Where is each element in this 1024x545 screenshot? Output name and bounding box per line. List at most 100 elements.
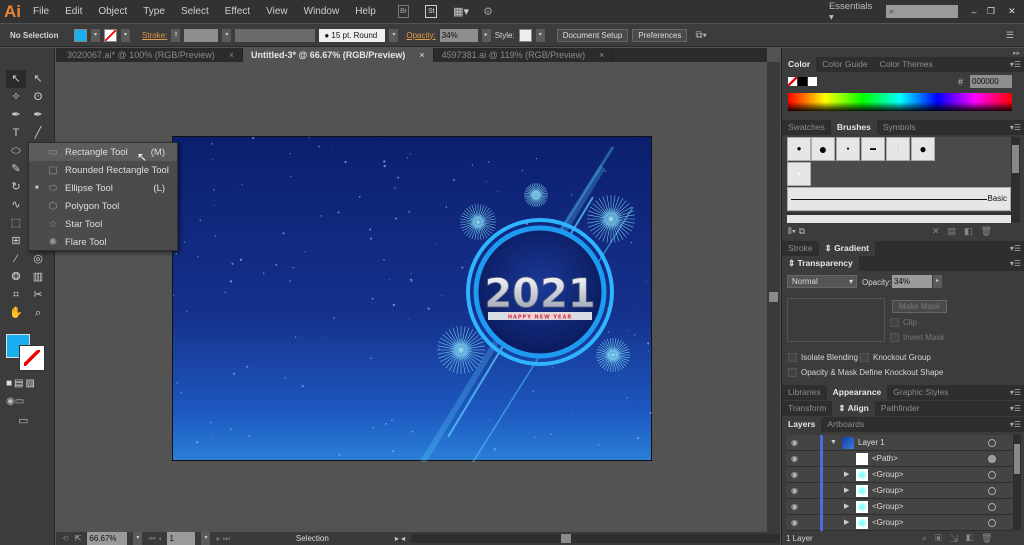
- pencil-tool[interactable]: ✎: [6, 160, 26, 178]
- fill-swatch[interactable]: [74, 28, 87, 42]
- expand-triangle-icon[interactable]: ▶: [844, 499, 849, 515]
- stroke-label[interactable]: Stroke:: [142, 31, 167, 40]
- ellipse-tool[interactable]: ⬭: [6, 142, 26, 160]
- tab-gradient[interactable]: ⇕ Gradient: [818, 241, 876, 256]
- arrange-documents-icon[interactable]: ▦▾: [453, 5, 469, 18]
- select-similar-icon[interactable]: ⧉▾: [695, 30, 706, 41]
- control-menu-icon[interactable]: ☰: [1006, 30, 1014, 41]
- flyout-polygon-tool[interactable]: ⬡ Polygon Tool: [29, 197, 177, 215]
- zoom-tool[interactable]: ⌕: [28, 304, 48, 322]
- sublayer-row[interactable]: ◉ ▶ <Group>: [786, 499, 1013, 515]
- target-circle-icon[interactable]: [988, 503, 996, 511]
- preferences-button[interactable]: Preferences: [632, 28, 688, 42]
- invert-mask-checkbox[interactable]: Invert Mask: [890, 333, 944, 343]
- first-artboard-button[interactable]: ⏮ ◂: [148, 534, 161, 544]
- target-circle-icon[interactable]: [988, 471, 996, 479]
- artboard-tool[interactable]: ⌗: [6, 286, 26, 304]
- brush-actions-icons[interactable]: ✕▤◧🗑: [932, 226, 1000, 237]
- curvature-tool[interactable]: ✒: [28, 106, 48, 124]
- doc-tab[interactable]: 4597381.ai @ 119% (RGB/Preview) ×: [434, 48, 614, 62]
- stroke-weight-dropdown[interactable]: ▾: [222, 28, 232, 42]
- type-tool[interactable]: T: [6, 124, 26, 142]
- tab-transform[interactable]: Transform: [782, 401, 832, 416]
- calligraphic-brush[interactable]: [787, 212, 1011, 223]
- menu-view[interactable]: View: [266, 6, 288, 17]
- draw-mode-buttons[interactable]: ◉▭: [6, 396, 24, 407]
- layers-scrollbar[interactable]: [1013, 434, 1021, 530]
- tab-align[interactable]: ⇕ Align: [832, 401, 875, 416]
- selection-tool[interactable]: ↖: [6, 70, 26, 88]
- graph-tool[interactable]: ▥: [28, 268, 48, 286]
- status-menu-arrow[interactable]: ▸ ◂: [395, 534, 405, 543]
- opacity-field[interactable]: 34%: [892, 275, 932, 288]
- gpu-performance-icon[interactable]: ⚙: [483, 5, 493, 18]
- opacity-arrow[interactable]: ▸: [481, 28, 491, 42]
- line-tool[interactable]: ╱: [28, 124, 48, 142]
- restore-button[interactable]: ❐: [982, 6, 1000, 17]
- tab-appearance[interactable]: Appearance: [826, 385, 888, 400]
- stroke-color-box[interactable]: [19, 345, 45, 371]
- brush-item[interactable]: ▬: [861, 137, 885, 161]
- opacity-slider-button[interactable]: ▸: [933, 275, 942, 288]
- close-tab-icon[interactable]: ×: [599, 50, 604, 60]
- flyout-rectangle-tool[interactable]: ▭ Rectangle Tool (M) ↖: [29, 143, 177, 164]
- sublayer-row[interactable]: ◉ ▶ <Group>: [786, 467, 1013, 483]
- flyout-ellipse-tool[interactable]: ■ ⬭ Ellipse Tool (L): [29, 179, 177, 197]
- free-transform-tool[interactable]: ⬚: [6, 214, 26, 232]
- visibility-eye-icon[interactable]: ◉: [791, 515, 798, 531]
- menu-effect[interactable]: Effect: [225, 6, 250, 17]
- make-mask-button[interactable]: Make Mask: [892, 300, 947, 313]
- flyout-flare-tool[interactable]: ✺ Flare Tool: [29, 233, 177, 251]
- stroke-weight-field[interactable]: [184, 28, 219, 42]
- tab-libraries[interactable]: Libraries: [782, 385, 827, 400]
- tab-symbols[interactable]: Symbols: [877, 120, 922, 135]
- brush-item[interactable]: ●: [836, 137, 860, 161]
- fill-dropdown[interactable]: ▾: [91, 28, 100, 42]
- shape-builder-tool[interactable]: ⊞: [6, 232, 26, 250]
- zoom-field[interactable]: 66.67%: [87, 532, 128, 545]
- tab-color-themes[interactable]: Color Themes: [874, 57, 939, 72]
- expand-triangle-icon[interactable]: ▶: [844, 467, 849, 483]
- direct-selection-tool[interactable]: ↖: [28, 70, 48, 88]
- search-input[interactable]: ⌕: [886, 5, 958, 18]
- tab-brushes[interactable]: Brushes: [830, 120, 877, 135]
- opacity-field[interactable]: 34%: [439, 28, 478, 42]
- color-mode-buttons[interactable]: ■▤▨: [6, 378, 37, 389]
- eyedropper-tool[interactable]: ⁄: [6, 250, 26, 268]
- bridge-button[interactable]: Br: [397, 5, 410, 18]
- white-swatch[interactable]: [808, 77, 817, 86]
- brush-item[interactable]: ●: [811, 137, 835, 161]
- visibility-eye-icon[interactable]: ◉: [791, 467, 798, 483]
- rotate-tool[interactable]: ↻: [6, 178, 26, 196]
- close-button[interactable]: ✕: [1000, 6, 1024, 17]
- doc-tab-active[interactable]: Untitled-3* @ 66.67% (RGB/Preview) ×: [242, 48, 434, 62]
- color-spectrum[interactable]: [788, 93, 1012, 111]
- sublayer-row[interactable]: ◉ ▶ <Group>: [786, 483, 1013, 499]
- doc-tab[interactable]: 3020067.ai* @ 100% (RGB/Preview) ×: [59, 48, 243, 62]
- brush-item[interactable]: ●: [787, 137, 811, 161]
- menu-file[interactable]: File: [33, 6, 49, 17]
- brush-definition[interactable]: ● 15 pt. Round: [319, 28, 386, 42]
- vertical-scrollbar[interactable]: [767, 62, 780, 532]
- panel-menu-icon[interactable]: ▾☰: [1010, 241, 1021, 256]
- artboard-dropdown[interactable]: ▾: [201, 532, 211, 545]
- lasso-tool[interactable]: ʘ: [28, 88, 48, 106]
- tab-layers[interactable]: Layers: [782, 417, 822, 432]
- canvas[interactable]: 2021 HAPPY NEW YEAR: [56, 62, 767, 532]
- minimize-button[interactable]: –: [966, 7, 982, 17]
- magic-wand-tool[interactable]: ✧: [6, 88, 26, 106]
- panel-menu-icon[interactable]: ▾☰: [1010, 401, 1021, 416]
- sublayer-row[interactable]: ◉ ▶ <Group>: [786, 515, 1013, 531]
- variable-width-profile[interactable]: [235, 28, 316, 42]
- clip-checkbox[interactable]: Clip: [890, 318, 917, 328]
- panel-menu-icon[interactable]: ▾☰: [1010, 57, 1021, 72]
- knockout-group-checkbox[interactable]: Knockout Group: [860, 353, 931, 363]
- define-knockout-checkbox[interactable]: Opacity & Mask Define Knockout Shape: [788, 368, 943, 378]
- slice-tool[interactable]: ✂: [28, 286, 48, 304]
- blend-tool[interactable]: ◎: [28, 250, 48, 268]
- style-swatch[interactable]: [518, 28, 532, 42]
- visibility-eye-icon[interactable]: ◉: [791, 483, 798, 499]
- stroke-weight-stepper[interactable]: ⇕: [171, 28, 181, 42]
- brushes-scrollbar[interactable]: [1011, 137, 1020, 223]
- close-tab-icon[interactable]: ×: [229, 50, 234, 60]
